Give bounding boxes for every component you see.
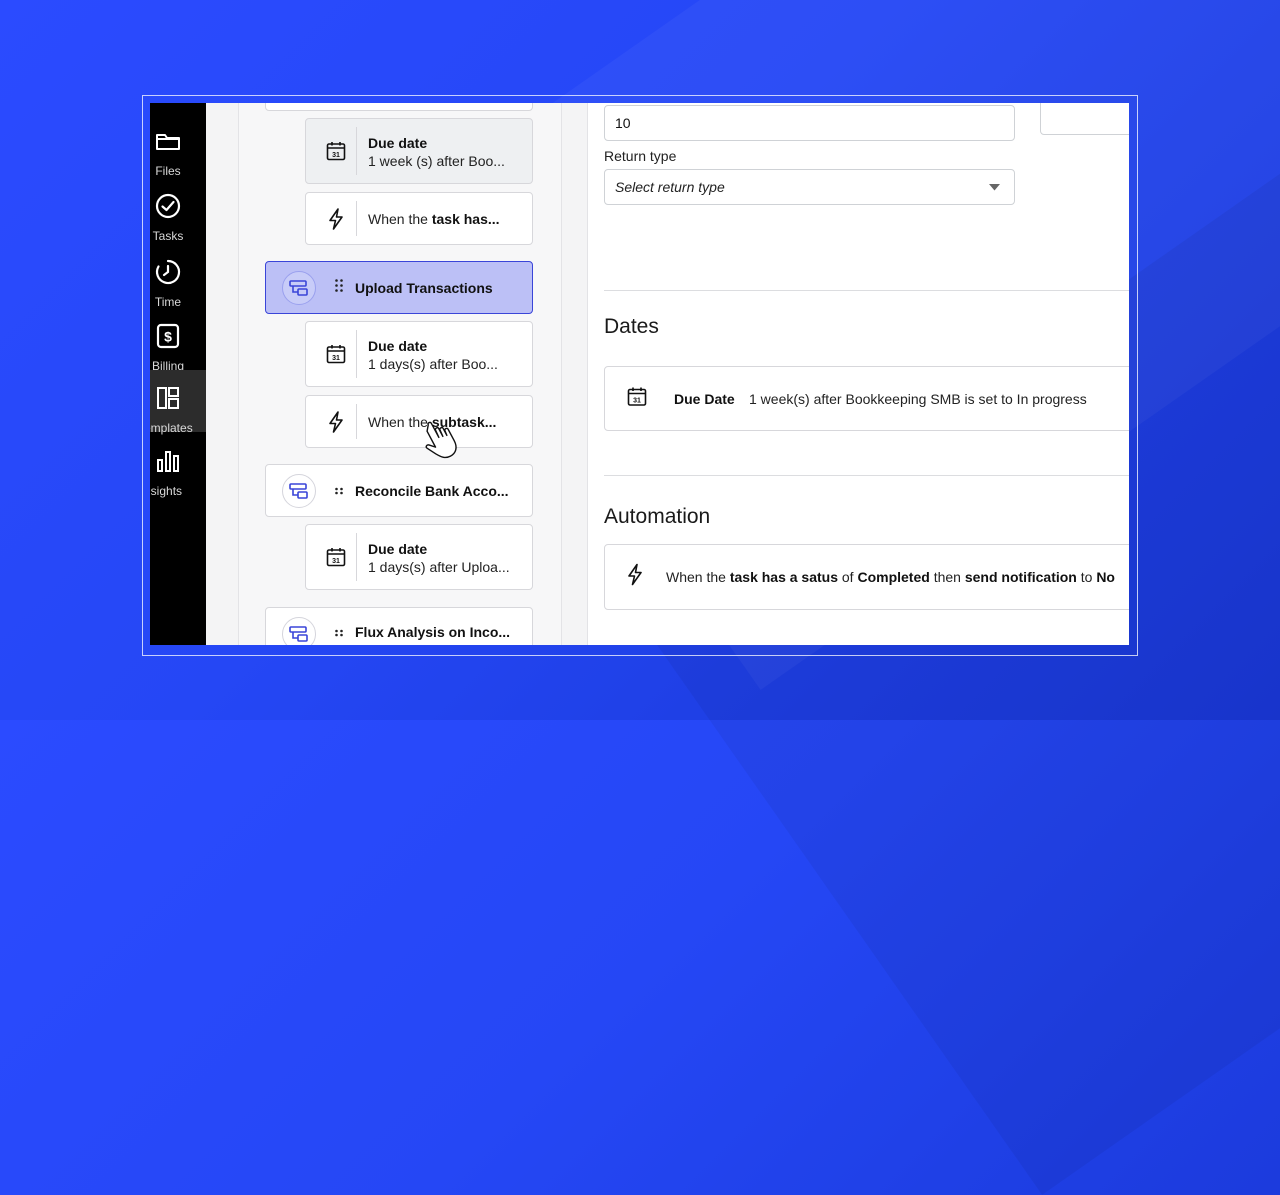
sidebar-nav: Files Tasks Time $ Billing mplates sight… — [150, 103, 206, 645]
svg-text:31: 31 — [332, 558, 340, 565]
svg-text:$: $ — [164, 329, 172, 345]
calendar-icon: 31 — [318, 547, 354, 567]
nav-item-files[interactable]: Files — [150, 113, 206, 178]
dollar-icon: $ — [156, 323, 180, 349]
automation-heading: Automation — [604, 505, 711, 528]
timer-icon — [155, 259, 181, 285]
lightning-icon — [318, 207, 354, 230]
due-date-label: Due Date — [674, 390, 735, 407]
folder-icon — [156, 134, 180, 150]
check-circle-icon — [155, 193, 181, 219]
nav-item-tasks[interactable]: Tasks — [150, 178, 206, 243]
return-type-select[interactable]: Select return type — [604, 169, 1015, 205]
nav-item-time[interactable]: Time — [150, 244, 206, 309]
svg-text:31: 31 — [332, 152, 340, 159]
divider — [604, 475, 1129, 476]
return-type-label: Return type — [604, 148, 677, 164]
due-date-card[interactable]: 31 Due date 1 days(s) after Boo... — [305, 321, 533, 387]
nav-label: Files — [155, 164, 181, 178]
calendar-icon: 31 — [318, 141, 354, 161]
card-title: Due date — [368, 135, 428, 151]
svg-text:31: 31 — [332, 355, 340, 362]
app-window: Files Tasks Time $ Billing mplates sight… — [150, 103, 1129, 645]
hand-cursor-icon — [425, 421, 457, 459]
input-box[interactable] — [1040, 103, 1129, 135]
nav-item-insights[interactable]: nsights — [150, 433, 206, 498]
nav-label: Tasks — [152, 229, 184, 243]
templates-icon — [157, 387, 179, 409]
drag-handle-icon[interactable] — [334, 482, 344, 500]
nav-item-templates[interactable]: emplates — [150, 370, 206, 435]
template-task-list: 31 Due date 1 week (s) after Boo... When… — [238, 103, 562, 645]
task-icon — [282, 473, 316, 508]
dates-heading: Dates — [604, 315, 659, 338]
task-name: Reconcile Bank Acco... — [355, 482, 509, 499]
list-item[interactable] — [265, 103, 533, 111]
card-title: Due date — [368, 541, 428, 557]
automation-card[interactable]: When the task has... — [305, 192, 533, 245]
divider — [356, 127, 357, 175]
number-input[interactable]: 10 — [604, 105, 1015, 141]
task-icon — [282, 270, 316, 305]
chevron-down-icon — [989, 184, 1000, 191]
task-item-upload-transactions[interactable]: Upload Transactions — [265, 261, 533, 314]
divider — [356, 533, 357, 581]
task-item-flux-analysis[interactable]: Flux Analysis on Inco... — [265, 607, 533, 645]
due-date-card[interactable]: 31 Due date 1 week (s) after Boo... — [305, 118, 533, 184]
nav-label: nsights — [150, 484, 183, 498]
due-date-row[interactable]: 31 Due Date 1 week(s) after Bookkeeping … — [604, 366, 1129, 431]
due-date-value: 1 week(s) after Bookkeeping SMB is set t… — [749, 390, 1087, 407]
divider — [604, 290, 1129, 291]
task-detail-panel: 10 Return type Select return type Dates … — [587, 103, 1129, 645]
drag-handle-icon[interactable] — [334, 278, 344, 297]
task-name: Upload Transactions — [355, 279, 493, 296]
divider — [356, 201, 357, 236]
nav-label: Time — [154, 295, 182, 309]
nav-item-billing[interactable]: $ Billing — [150, 308, 206, 373]
calendar-icon: 31 — [627, 386, 647, 411]
due-date-card[interactable]: 31 Due date 1 days(s) after Uploa... — [305, 524, 533, 590]
task-icon — [282, 616, 316, 645]
card-text: When the task has... — [368, 210, 500, 227]
automation-row[interactable]: When the task has a satus of Completed t… — [604, 544, 1129, 610]
divider — [356, 404, 357, 439]
lightning-icon — [318, 410, 354, 433]
automation-text: When the task has a satus of Completed t… — [666, 569, 1115, 585]
svg-text:31: 31 — [633, 397, 641, 404]
task-item-reconcile-bank[interactable]: Reconcile Bank Acco... — [265, 464, 533, 517]
drag-handle-icon[interactable] — [334, 624, 344, 642]
card-subtitle: 1 days(s) after Uploa... — [368, 559, 510, 575]
calendar-icon: 31 — [318, 344, 354, 364]
bar-chart-icon — [157, 451, 179, 472]
task-name: Flux Analysis on Inco... — [355, 624, 511, 640]
lightning-icon — [627, 563, 643, 591]
divider — [356, 330, 357, 378]
card-subtitle: 1 days(s) after Boo... — [368, 356, 498, 372]
card-subtitle: 1 week (s) after Boo... — [368, 153, 505, 169]
card-title: Due date — [368, 338, 428, 354]
